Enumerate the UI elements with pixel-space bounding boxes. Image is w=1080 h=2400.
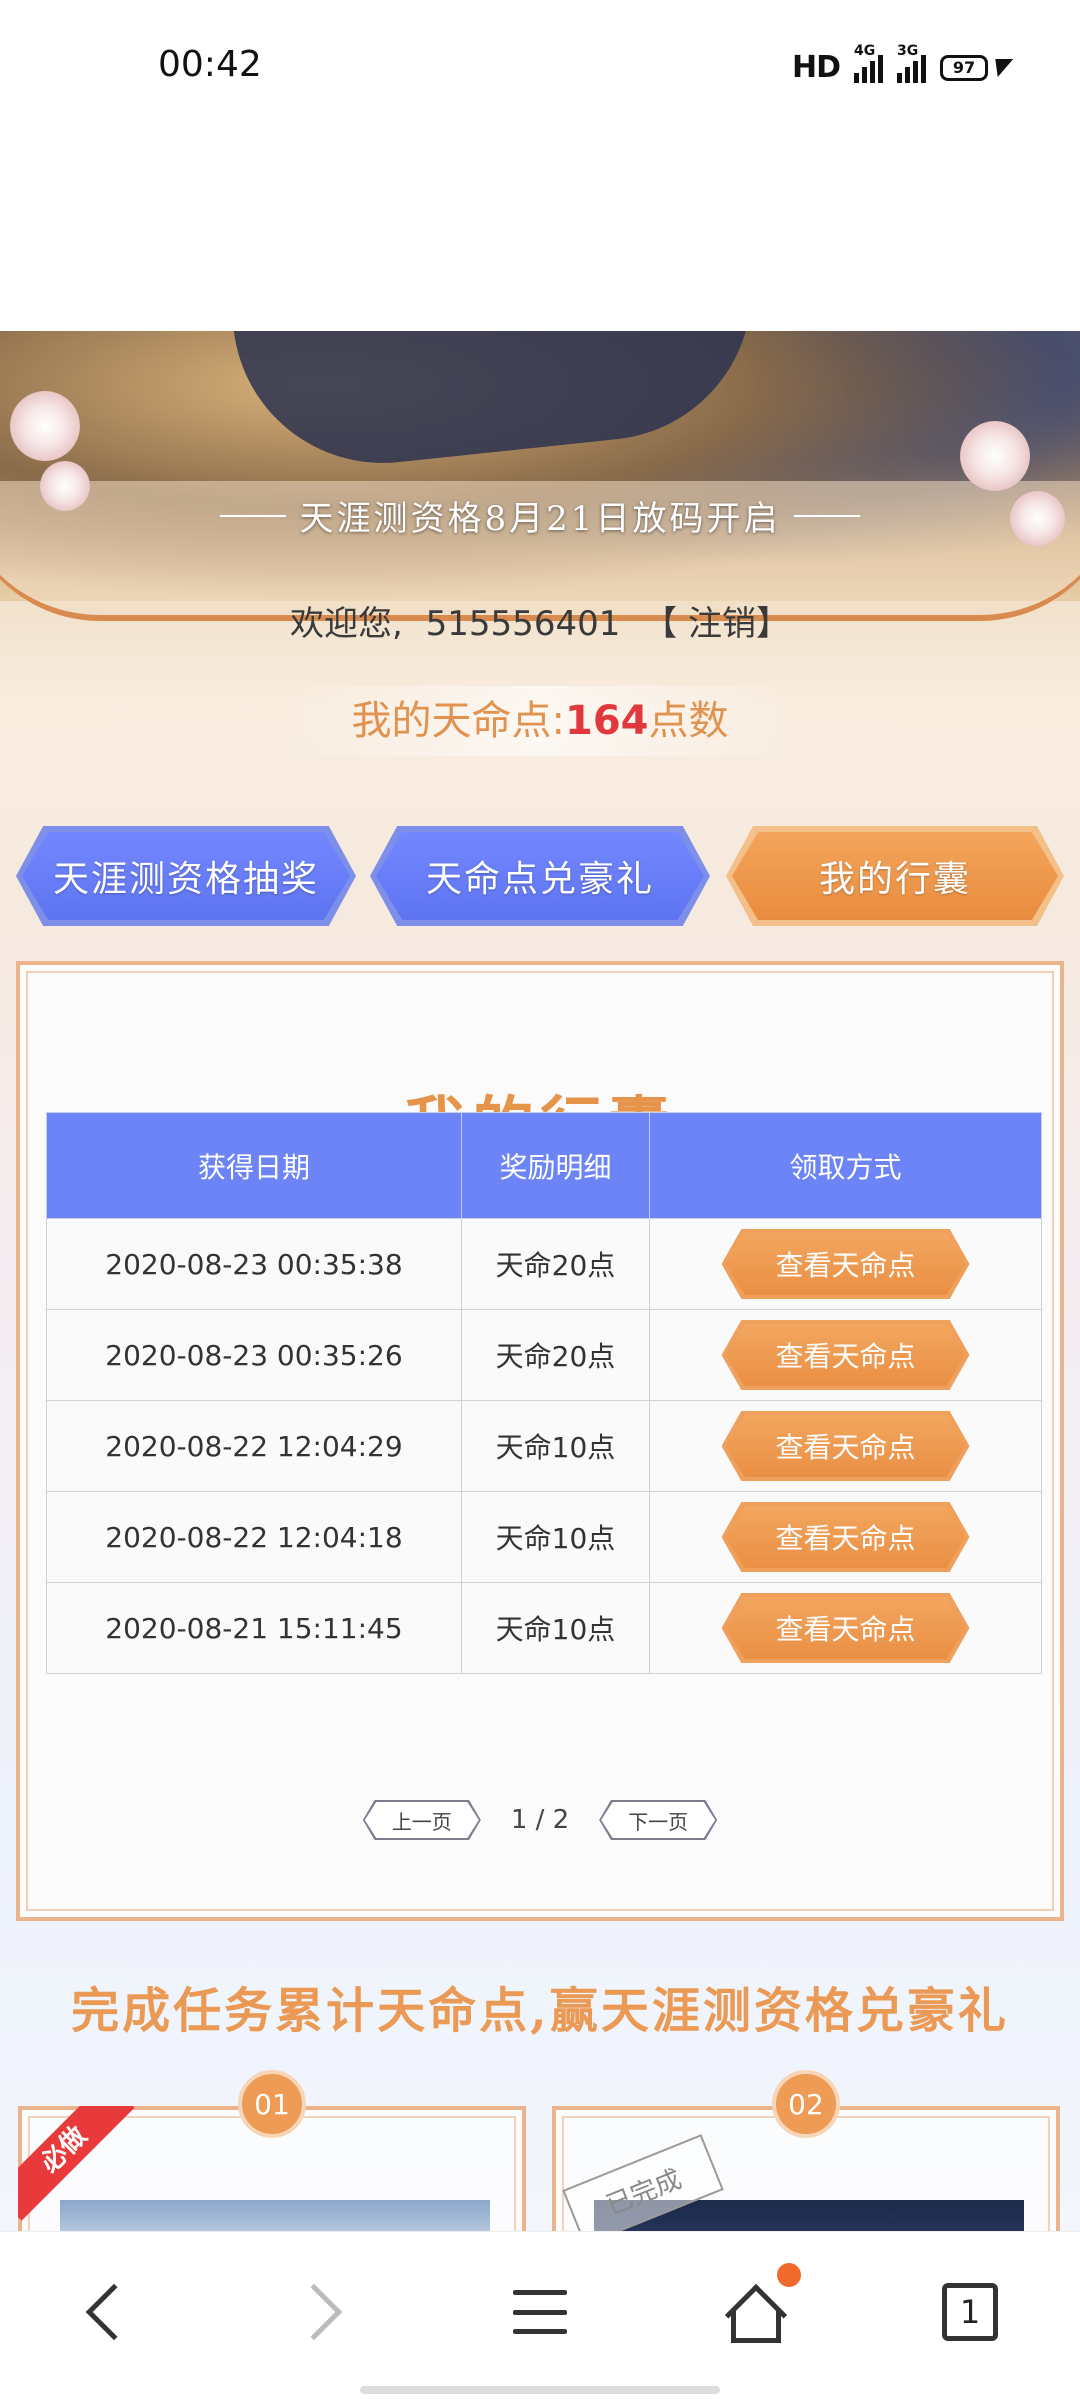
view-points-button[interactable]: 查看天命点 [721,1320,970,1390]
view-points-label: 查看天命点 [775,1431,916,1464]
row-reward: 天命20点 [461,1218,650,1310]
view-points-label: 查看天命点 [775,1249,916,1282]
home-icon [724,2263,801,2347]
cell-signal-icon-2: 3G [897,43,926,83]
points-label: 我的天命点: [351,698,565,744]
view-points-button[interactable]: 查看天命点 [721,1229,970,1299]
menu-button[interactable] [500,2272,580,2352]
table-row: 2020-08-22 12:04:29 天命10点 查看天命点 [46,1400,1042,1492]
forward-button[interactable] [282,2272,362,2352]
notification-dot [777,2263,801,2287]
cell-signal-icon: 4G [854,43,883,83]
hd-network-label: HD [791,50,841,85]
event-page[interactable]: 天涯测资格8月21日放码开启 欢迎您, 515556401 【 注销】 我的天命… [0,331,1080,2231]
back-button[interactable] [66,2272,146,2352]
tab-exchange[interactable]: 天命点兑豪礼 [370,826,710,926]
tabs-button[interactable]: 1 [930,2272,1010,2352]
announcement-banner: 天涯测资格8月21日放码开启 [220,491,860,540]
table-header-row: 获得日期 奖励明细 领取方式 [46,1112,1042,1219]
column-header-method: 领取方式 [649,1112,1042,1219]
next-page-button[interactable]: 下一页 [599,1800,718,1840]
hero-banner: 天涯测资格8月21日放码开启 [0,331,1080,621]
tab-my-bag[interactable]: 我的行囊 [726,826,1064,926]
signal-type-label-2: 3G [897,42,919,59]
next-page-label: 下一页 [628,1809,689,1834]
battery-icon: 97 [940,54,1014,81]
row-date: 2020-08-23 00:35:38 [46,1218,462,1310]
view-points-button[interactable]: 查看天命点 [721,1502,970,1572]
welcome-line: 欢迎您, 515556401 【 注销】 [0,596,1080,645]
pagination: 上一页 1 / 2 下一页 [20,1800,1060,1840]
tab-lottery[interactable]: 天涯测资格抽奖 [16,826,356,926]
table-row: 2020-08-22 12:04:18 天命10点 查看天命点 [46,1491,1042,1583]
flower-decoration [960,421,1030,491]
task-section-heading: 完成任务累计天命点,赢天涯测资格兑豪礼 [71,1983,1009,2039]
table-row: 2020-08-21 15:11:45 天命10点 查看天命点 [46,1582,1042,1674]
signal-type-label: 4G [854,42,876,59]
column-header-reward: 奖励明细 [461,1112,650,1219]
welcome-greeting: 欢迎您, [290,604,403,644]
records-table: 获得日期 奖励明细 领取方式 2020-08-23 00:35:38 天命20点… [46,1112,1042,1674]
back-arrow-icon [85,2283,143,2341]
view-points-label: 查看天命点 [775,1522,916,1555]
tab-exchange-label: 天命点兑豪礼 [425,859,654,900]
battery-level: 97 [940,54,988,81]
user-id: 515556401 [425,604,621,644]
tab-count-icon: 1 [942,2283,998,2341]
blank-area [0,135,1080,331]
prev-page-label: 上一页 [391,1809,452,1834]
row-date: 2020-08-23 00:35:26 [46,1309,462,1401]
points-display: 我的天命点:164点数 [290,686,790,756]
points-unit: 点数 [648,698,729,744]
forward-arrow-icon [285,2283,343,2341]
page-indicator: 1 / 2 [510,1805,570,1835]
status-time: 00:42 [158,44,262,85]
home-button[interactable] [716,2263,801,2352]
row-reward: 天命10点 [461,1400,650,1492]
hero-art [233,331,767,478]
points-value: 164 [564,698,649,744]
task-number-badge: 02 [772,2070,840,2138]
my-bag-panel: 我的行囊 获得日期 奖励明细 领取方式 2020-08-23 00:35:38 … [16,961,1064,1921]
logout-link[interactable]: 【 注销】 [643,604,790,644]
table-row: 2020-08-23 00:35:38 天命20点 查看天命点 [46,1218,1042,1310]
status-bar: 00:42 HD 4G 3G 97 [0,0,1080,135]
tab-my-bag-label: 我的行囊 [818,859,971,900]
view-points-label: 查看天命点 [775,1340,916,1373]
gesture-bar[interactable] [360,2386,720,2394]
flower-decoration [40,461,90,511]
completed-stamp: 已完成 [562,2134,724,2231]
column-header-date: 获得日期 [46,1112,462,1219]
browser-bottom-bar: 1 [0,2231,1080,2400]
flower-decoration [1010,491,1065,546]
row-date: 2020-08-22 12:04:29 [46,1400,462,1492]
charging-icon [988,58,1014,77]
view-points-label: 查看天命点 [775,1613,916,1646]
flower-decoration [10,391,80,461]
required-label: 必做 [18,2106,135,2221]
prev-page-button[interactable]: 上一页 [362,1800,481,1840]
row-date: 2020-08-21 15:11:45 [46,1582,462,1674]
row-reward: 天命10点 [461,1491,650,1583]
tab-lottery-label: 天涯测资格抽奖 [52,859,319,900]
announcement-text: 天涯测资格8月21日放码开启 [299,499,781,539]
row-date: 2020-08-22 12:04:18 [46,1491,462,1583]
table-row: 2020-08-23 00:35:26 天命20点 查看天命点 [46,1309,1042,1401]
required-ribbon: 必做 [18,2106,138,2226]
status-icons: HD 4G 3G 97 [791,43,1014,85]
view-points-button[interactable]: 查看天命点 [721,1411,970,1481]
menu-icon [513,2290,567,2334]
row-reward: 天命10点 [461,1582,650,1674]
task-number-badge: 01 [238,2070,306,2138]
view-points-button[interactable]: 查看天命点 [721,1593,970,1663]
row-reward: 天命20点 [461,1309,650,1401]
